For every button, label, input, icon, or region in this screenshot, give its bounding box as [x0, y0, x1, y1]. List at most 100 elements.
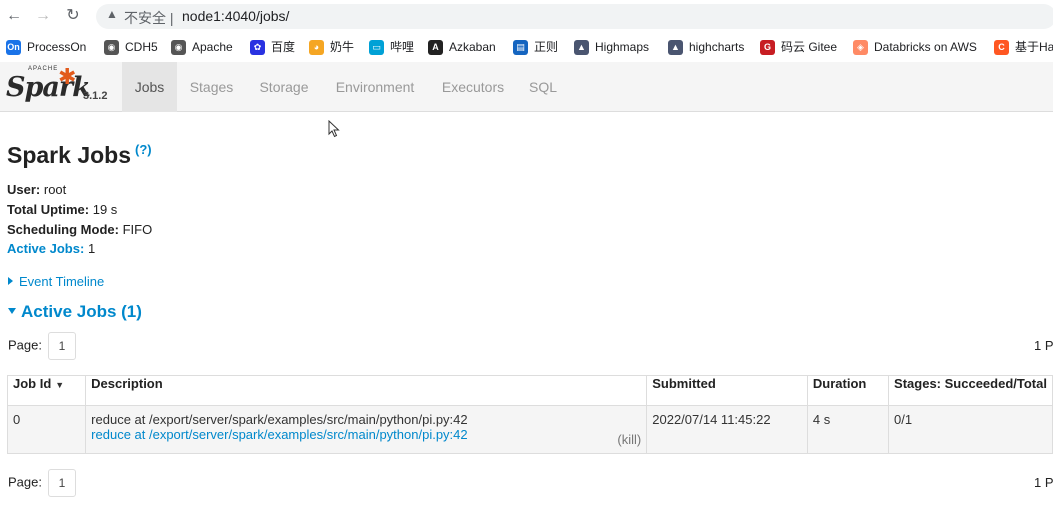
bookmark-item[interactable]: On ProcessOn [6, 38, 86, 56]
bookmark-item[interactable]: A Azkaban [428, 38, 496, 56]
bookmark-icon: ◉ [171, 39, 186, 55]
back-icon[interactable]: ← [4, 6, 24, 26]
active-jobs-heading[interactable]: Active Jobs (1) [8, 302, 142, 322]
bookmark-icon: On [6, 39, 21, 55]
event-timeline-toggle[interactable]: Event Timeline [8, 274, 104, 289]
spark-version: 3.1.2 [83, 90, 108, 102]
spark-logo[interactable]: APACHE Spark ✱ 3.1.2 [6, 64, 116, 108]
user-info: User: root [7, 182, 66, 197]
bookmark-label: ProcessOn [27, 40, 87, 54]
page-input[interactable]: 1 [47, 469, 76, 497]
address-bar[interactable]: ▲ 不安全 | node1:4040/jobs/ [96, 4, 1053, 29]
bookmark-label: CDH5 [125, 40, 158, 54]
bookmark-item[interactable]: ▲ highcharts [668, 38, 744, 56]
col-duration[interactable]: Duration [806, 375, 890, 406]
bookmark-label: Azkaban [449, 40, 496, 54]
bookmark-icon: C [994, 39, 1009, 55]
bookmark-icon: ▲ [668, 39, 683, 55]
bookmark-icon: ◉ [104, 39, 119, 55]
uptime-value: 19 s [92, 202, 118, 217]
bookmark-item[interactable]: ◉ CDH5 [104, 38, 158, 56]
bookmark-label: highcharts [689, 40, 745, 54]
spark-star-icon: ✱ [58, 64, 77, 89]
bookmark-item[interactable]: ▭ 哔哩 [369, 38, 414, 56]
forward-icon[interactable]: → [33, 6, 53, 26]
active-jobs-heading-text: Active Jobs (1) [21, 302, 142, 321]
total-pages-top: 1 P [1034, 338, 1053, 353]
tab-stages[interactable]: Stages [180, 62, 243, 112]
col-submitted[interactable]: Submitted [646, 375, 808, 406]
reload-icon[interactable]: ↻ [63, 6, 83, 26]
bookmarks-bar: On ProcessOn ◉ CDH5 ◉ Apache ✿ 百度 ◕ 奶牛 ▭ 哔哩 A Azkaban… [0, 33, 1053, 61]
page-title-text: Spark Jobs [7, 142, 131, 168]
bookmark-label: Highmaps [595, 40, 650, 54]
total-pages-bottom: 1 P [1034, 475, 1053, 490]
tab-jobs[interactable]: Jobs [122, 62, 177, 112]
mouse-cursor-icon [328, 120, 340, 138]
scheduling-info: Scheduling Mode: FIFO [7, 222, 152, 237]
page-label: Page: [8, 337, 42, 353]
logo-spark-text: Spark [6, 72, 91, 103]
bookmark-icon: G [760, 39, 775, 55]
caret-right-icon [8, 277, 13, 285]
active-jobs-info[interactable]: Active Jobs: 1 [7, 241, 95, 256]
tab-environment[interactable]: Environment [326, 62, 424, 112]
tab-storage[interactable]: Storage [250, 62, 318, 112]
bookmark-item[interactable]: ▲ Highmaps [574, 38, 649, 56]
table-row: 0 reduce at /export/server/spark/example… [6, 405, 1053, 454]
description-text: reduce at /export/server/spark/examples/… [91, 412, 468, 427]
tab-executors[interactable]: Executors [432, 62, 514, 112]
cell-job-id: 0 [6, 405, 87, 454]
col-job-id[interactable]: Job Id ▼ [6, 375, 87, 406]
scheduling-value: FIFO [122, 222, 153, 237]
pager-top: Page: 1 [8, 332, 76, 360]
description-link[interactable]: reduce at /export/server/spark/examples/… [91, 427, 641, 442]
spark-navbar: APACHE Spark ✱ 3.1.2 Jobs Stages Storage… [0, 62, 1053, 112]
tab-sql[interactable]: SQL [522, 62, 564, 112]
bookmark-item[interactable]: ◉ Apache [171, 38, 233, 56]
bookmark-item[interactable]: C 基于Ha [994, 38, 1053, 56]
browser-toolbar: ← → ↻ ▲ 不安全 | node1:4040/jobs/ [0, 0, 1053, 33]
bookmark-label: 码云 Gitee [781, 40, 838, 54]
col-job-id-label: Job Id [13, 376, 52, 391]
uptime-label: Total Uptime: [7, 202, 90, 217]
user-label: User: [7, 182, 41, 197]
help-link[interactable]: (?) [135, 142, 152, 157]
pager-bottom: Page: 1 [8, 469, 76, 497]
bookmark-item[interactable]: ◈ Databricks on AWS [853, 38, 977, 56]
cell-submitted: 2022/07/14 11:45:22 [646, 405, 808, 454]
bookmark-item[interactable]: ▤ 正则 [513, 38, 558, 56]
bookmark-icon: ◕ [309, 39, 324, 55]
caret-down-icon [8, 308, 16, 314]
active-jobs-value: 1 [87, 241, 96, 256]
bookmark-label: Apache [192, 40, 233, 54]
bookmark-item[interactable]: ◕ 奶牛 [309, 38, 354, 56]
bookmark-icon: ▭ [369, 39, 384, 55]
cell-description: reduce at /export/server/spark/examples/… [85, 405, 648, 454]
col-description[interactable]: Description [85, 375, 648, 406]
sort-desc-icon[interactable]: ▼ [55, 380, 64, 390]
bookmark-label: Databricks on AWS [874, 40, 977, 54]
url-text[interactable]: node1:4040/jobs/ [182, 8, 289, 24]
bookmark-label: 正则 [534, 40, 559, 54]
cell-duration: 4 s [806, 405, 890, 454]
security-status: 不安全 | [124, 10, 174, 26]
kill-button[interactable]: (kill) [617, 432, 641, 447]
scheduling-label: Scheduling Mode: [7, 222, 119, 237]
bookmark-label: 百度 [271, 40, 296, 54]
cell-stages: 0/1 [888, 405, 1053, 454]
bookmark-item[interactable]: G 码云 Gitee [760, 38, 837, 56]
warning-icon[interactable]: ▲ [106, 7, 118, 21]
event-timeline-label: Event Timeline [19, 274, 105, 289]
user-value: root [43, 182, 67, 197]
bookmark-label: 奶牛 [330, 40, 355, 54]
bookmark-icon: ✿ [250, 39, 265, 55]
page-input[interactable]: 1 [47, 332, 76, 360]
col-stages[interactable]: Stages: Succeeded/Total [888, 375, 1053, 406]
active-jobs-label[interactable]: Active Jobs: [7, 241, 84, 256]
page-label: Page: [8, 474, 42, 490]
bookmark-icon: ◈ [853, 39, 868, 55]
bookmark-item[interactable]: ✿ 百度 [250, 38, 295, 56]
bookmark-icon: ▤ [513, 39, 528, 55]
table-header-row: Job Id ▼ Description Submitted Duration S… [6, 375, 1053, 406]
